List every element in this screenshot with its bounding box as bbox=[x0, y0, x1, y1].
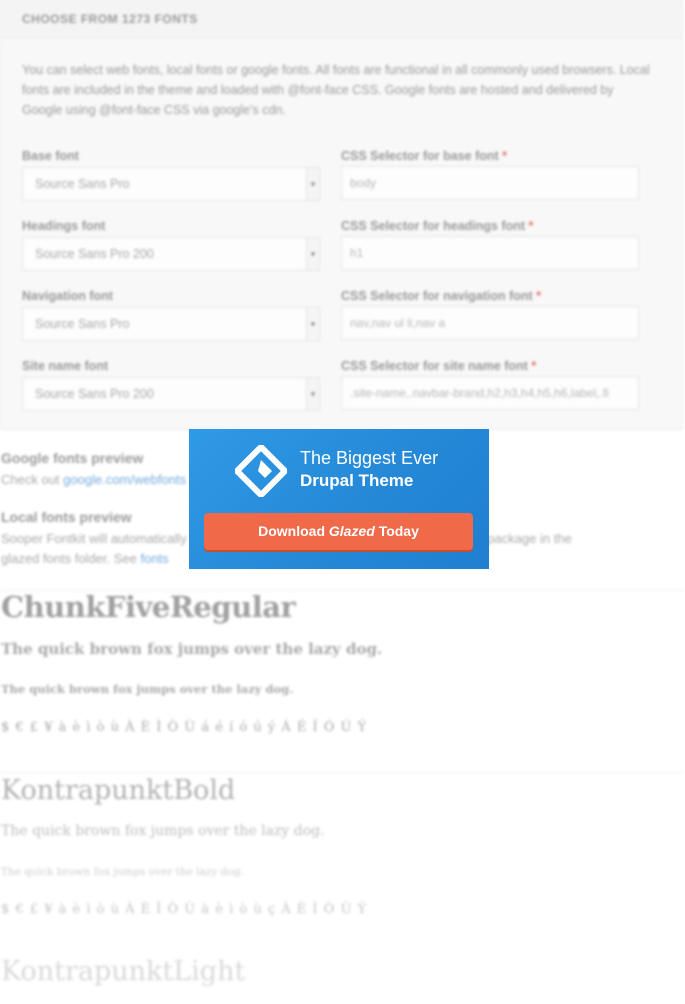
fieldset-title[interactable]: CHOOSE FROM 1273 FONTS bbox=[22, 12, 198, 26]
font-preview-sample-small: The quick brown fox jumps over the lazy … bbox=[1, 682, 294, 696]
base-selector-label: CSS Selector for base font * bbox=[341, 149, 508, 163]
font-preview-title: ChunkFiveRegular bbox=[1, 590, 296, 624]
headings-selector-input[interactable]: h1 bbox=[341, 236, 639, 270]
select-arrow-icon: ▾ bbox=[306, 308, 319, 340]
glazed-logo-icon bbox=[235, 445, 287, 497]
navigation-font-select[interactable]: Source Sans Pro ▾ bbox=[22, 307, 320, 341]
site-name-font-label: Site name font bbox=[22, 359, 109, 373]
ad-headline-line1: The Biggest Ever bbox=[300, 448, 439, 468]
font-preview-glyphs: $ € £ ¥ à è ì ò ù À È Ì Ò Ù á é í ó ú ý … bbox=[1, 720, 368, 735]
headings-font-label: Headings font bbox=[22, 219, 106, 233]
font-preview-sample-small: The quick brown fox jumps over the lazy … bbox=[1, 866, 244, 878]
font-preview-title: KontrapunktLight bbox=[1, 956, 246, 987]
ad-headline-line2: Drupal Theme bbox=[300, 471, 414, 490]
font-preview-sample-large: The quick brown fox jumps over the lazy … bbox=[1, 640, 383, 658]
base-font-select[interactable]: Source Sans Pro ▾ bbox=[22, 167, 320, 201]
font-preview-title: KontrapunktBold bbox=[1, 775, 236, 806]
divider bbox=[0, 772, 683, 773]
font-preview-glyphs: $ € £ ¥ à è ì ò ù À È Ì Ò Ù à è ì ò ù ç … bbox=[1, 902, 368, 917]
fieldset-description: You can select web fonts, local fonts or… bbox=[22, 63, 650, 117]
headings-selector-label: CSS Selector for headings font * bbox=[341, 219, 534, 233]
font-preview-sample-large: The quick brown fox jumps over the lazy … bbox=[1, 823, 325, 839]
select-arrow-icon: ▾ bbox=[306, 378, 319, 410]
site-name-font-select[interactable]: Source Sans Pro 200 ▾ bbox=[22, 377, 320, 411]
base-selector-input[interactable]: body bbox=[341, 166, 639, 200]
headings-font-select[interactable]: Source Sans Pro 200 ▾ bbox=[22, 237, 320, 271]
navigation-selector-input[interactable]: nav,nav ul li,nav a bbox=[341, 306, 639, 340]
site-name-selector-input[interactable]: .site-name,.navbar-brand,h2,h3,h4,h5,h6,… bbox=[341, 376, 639, 410]
local-fonts-preview-heading: Local fonts preview bbox=[1, 509, 132, 525]
fonts-folder-link[interactable]: fonts bbox=[141, 551, 169, 566]
google-fonts-preview-heading: Google fonts preview bbox=[1, 450, 144, 466]
download-glazed-button[interactable]: Download Glazed Today bbox=[204, 513, 473, 550]
google-webfonts-link[interactable]: google.com/webfonts bbox=[63, 472, 186, 487]
select-arrow-icon: ▾ bbox=[306, 168, 319, 200]
select-arrow-icon: ▾ bbox=[306, 238, 319, 270]
navigation-font-label: Navigation font bbox=[22, 289, 113, 303]
site-name-selector-label: CSS Selector for site name font * bbox=[341, 359, 537, 373]
base-font-label: Base font bbox=[22, 149, 79, 163]
glazed-theme-ad-banner[interactable]: The Biggest Ever Drupal Theme Download G… bbox=[189, 429, 489, 569]
navigation-selector-label: CSS Selector for navigation font * bbox=[341, 289, 542, 303]
